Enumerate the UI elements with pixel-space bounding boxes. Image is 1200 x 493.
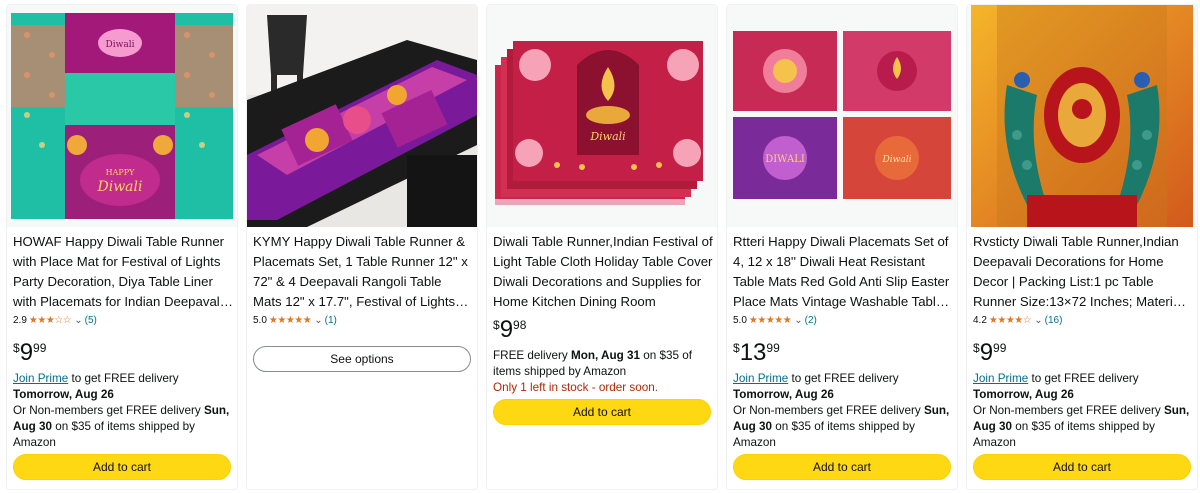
prime-delivery-date: Tomorrow, Aug 26 bbox=[733, 388, 834, 401]
star-rating-icon: ★★★☆☆ bbox=[28, 315, 72, 326]
product-card: Diwali HAPPY Diwali HOWAF Happy Diwali T… bbox=[6, 4, 238, 490]
price-whole: 9 bbox=[979, 339, 994, 366]
prime-delivery-text: to get FREE delivery bbox=[1028, 372, 1139, 385]
svg-text:Diwali: Diwali bbox=[106, 40, 135, 50]
rating-value: 2.9 bbox=[13, 315, 27, 326]
add-to-cart-button[interactable]: Add to cart bbox=[973, 454, 1191, 480]
product-title-link[interactable]: Diwali Table Runner,Indian Festival of L… bbox=[493, 232, 713, 312]
see-options-button[interactable]: See options bbox=[253, 346, 471, 372]
product-card: DIWALI Diwali Rtteri Happy Diwali Placem… bbox=[726, 4, 958, 490]
star-rating-icon: ★★★★☆ bbox=[988, 315, 1032, 326]
price-fraction: 98 bbox=[513, 318, 527, 332]
prime-delivery-date: Tomorrow, Aug 26 bbox=[13, 388, 114, 401]
product-title-link[interactable]: Rvsticty Diwali Table Runner,Indian Deep… bbox=[973, 232, 1193, 312]
chevron-down-icon[interactable]: ⌄ bbox=[74, 315, 82, 326]
prime-delivery-text: to get FREE delivery bbox=[788, 372, 899, 385]
chevron-down-icon[interactable]: ⌄ bbox=[1034, 315, 1042, 326]
diwali-table-runner-teal-image: Diwali HAPPY Diwali bbox=[11, 13, 233, 219]
product-image-link[interactable]: Diwali HAPPY Diwali bbox=[7, 5, 237, 227]
svg-text:Diwali: Diwali bbox=[589, 130, 625, 143]
delivery-info: Join Prime to get FREE delivery Tomorrow… bbox=[13, 371, 235, 451]
product-results-grid: Diwali HAPPY Diwali HOWAF Happy Diwali T… bbox=[0, 0, 1200, 493]
add-to-cart-button[interactable]: Add to cart bbox=[493, 399, 711, 425]
rating-value: 5.0 bbox=[733, 315, 747, 326]
rating-value: 5.0 bbox=[253, 315, 267, 326]
diwali-red-placemats-image: Diwali bbox=[487, 5, 717, 227]
svg-text:DIWALI: DIWALI bbox=[765, 154, 805, 165]
product-image-link[interactable] bbox=[967, 5, 1197, 227]
rating-row[interactable]: 5.0 ★★★★★ ⌄ (2) bbox=[733, 315, 817, 326]
add-to-cart-button[interactable]: Add to cart bbox=[13, 454, 231, 480]
delivery-info: Join Prime to get FREE delivery Tomorrow… bbox=[733, 371, 955, 451]
nonmember-delivery-text: Or Non-members get FREE delivery bbox=[13, 404, 204, 417]
chevron-down-icon[interactable]: ⌄ bbox=[794, 315, 802, 326]
review-count-link[interactable]: (5) bbox=[85, 315, 97, 326]
product-title-link[interactable]: HOWAF Happy Diwali Table Runner with Pla… bbox=[13, 232, 233, 312]
diwali-placemats-grid-image: DIWALI Diwali bbox=[727, 5, 957, 227]
add-to-cart-button[interactable]: Add to cart bbox=[733, 454, 951, 480]
join-prime-link[interactable]: Join Prime bbox=[13, 372, 68, 385]
prime-delivery-text: to get FREE delivery bbox=[68, 372, 179, 385]
diwali-peacock-runner-image bbox=[971, 5, 1193, 227]
product-image-link[interactable] bbox=[247, 5, 477, 227]
review-count-link[interactable]: (1) bbox=[325, 315, 337, 326]
price-whole: 9 bbox=[499, 316, 514, 343]
price-fraction: 99 bbox=[766, 341, 780, 355]
nonmember-delivery-text: Or Non-members get FREE delivery bbox=[733, 404, 924, 417]
diwali-runner-dining-table-image bbox=[247, 5, 477, 227]
rating-row[interactable]: 4.2 ★★★★☆ ⌄ (16) bbox=[973, 315, 1062, 326]
join-prime-link[interactable]: Join Prime bbox=[733, 372, 788, 385]
delivery-info: Join Prime to get FREE delivery Tomorrow… bbox=[973, 371, 1195, 451]
prime-delivery-date: Tomorrow, Aug 26 bbox=[973, 388, 1074, 401]
rating-row[interactable]: 5.0 ★★★★★ ⌄ (1) bbox=[253, 315, 337, 326]
price-symbol: $ bbox=[973, 341, 980, 355]
delivery-info: FREE delivery Mon, Aug 31 on $35 of item… bbox=[493, 348, 715, 396]
svg-text:Diwali: Diwali bbox=[97, 179, 143, 195]
price-whole: 9 bbox=[19, 339, 34, 366]
nonmember-delivery-text: Or Non-members get FREE delivery bbox=[973, 404, 1164, 417]
product-card: Diwali Diwali Table Runner,Indian Festiv… bbox=[486, 4, 718, 490]
price-whole: 13 bbox=[739, 339, 767, 366]
free-delivery-date: Mon, Aug 31 bbox=[570, 349, 640, 362]
price-symbol: $ bbox=[493, 318, 500, 332]
star-rating-icon: ★★★★★ bbox=[268, 315, 312, 326]
product-price: $ 13 99 bbox=[733, 340, 780, 366]
review-count-link[interactable]: (16) bbox=[1045, 315, 1063, 326]
product-image-link[interactable]: DIWALI Diwali bbox=[727, 5, 957, 227]
product-title-link[interactable]: Rtteri Happy Diwali Placemats Set of 4, … bbox=[733, 232, 953, 312]
price-symbol: $ bbox=[13, 341, 20, 355]
product-card: Rvsticty Diwali Table Runner,Indian Deep… bbox=[966, 4, 1198, 490]
product-price: $ 9 99 bbox=[13, 340, 46, 366]
svg-text:HAPPY: HAPPY bbox=[106, 168, 136, 177]
review-count-link[interactable]: (2) bbox=[805, 315, 817, 326]
stock-warning: Only 1 left in stock - order soon. bbox=[493, 381, 658, 394]
product-price: $ 9 99 bbox=[973, 340, 1006, 366]
rating-value: 4.2 bbox=[973, 315, 987, 326]
product-title-link[interactable]: KYMY Happy Diwali Table Runner & Placema… bbox=[253, 232, 473, 312]
chevron-down-icon[interactable]: ⌄ bbox=[314, 315, 322, 326]
free-delivery-text: FREE delivery bbox=[493, 349, 571, 362]
price-fraction: 99 bbox=[33, 341, 47, 355]
price-symbol: $ bbox=[733, 341, 740, 355]
product-price: $ 9 98 bbox=[493, 317, 526, 343]
svg-text:Diwali: Diwali bbox=[882, 155, 912, 165]
star-rating-icon: ★★★★★ bbox=[748, 315, 792, 326]
join-prime-link[interactable]: Join Prime bbox=[973, 372, 1028, 385]
rating-row[interactable]: 2.9 ★★★☆☆ ⌄ (5) bbox=[13, 315, 97, 326]
product-card: KYMY Happy Diwali Table Runner & Placema… bbox=[246, 4, 478, 490]
product-image-link[interactable]: Diwali bbox=[487, 5, 717, 227]
price-fraction: 99 bbox=[993, 341, 1007, 355]
